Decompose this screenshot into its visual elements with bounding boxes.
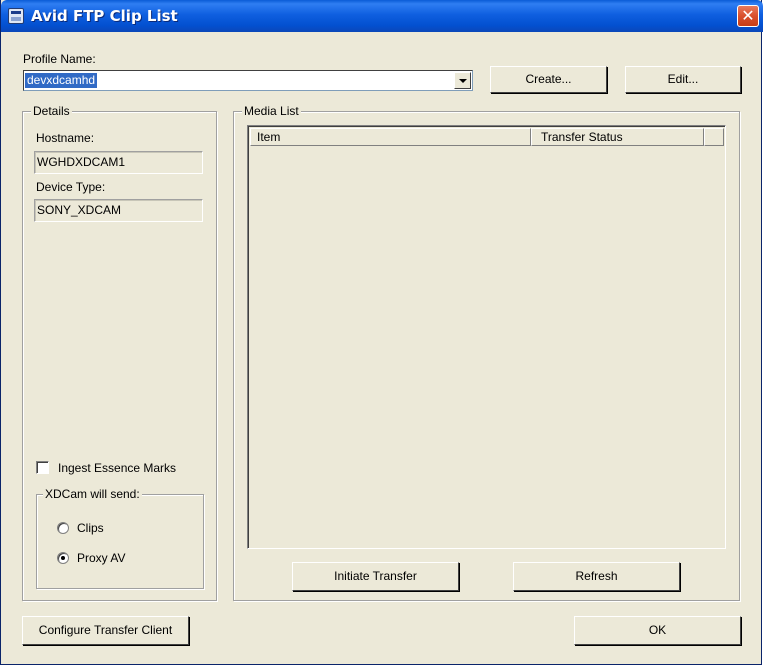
edit-button-label: Edit... — [667, 72, 699, 86]
refresh-button-label: Refresh — [575, 569, 618, 583]
refresh-button[interactable]: Refresh — [513, 562, 680, 591]
window-title: Avid FTP Clip List — [31, 7, 178, 25]
edit-button[interactable]: Edit... — [625, 66, 741, 93]
create-button[interactable]: Create... — [490, 66, 607, 93]
hostname-field: WGHDXDCAM1 — [34, 151, 203, 174]
app-window-icon — [8, 8, 24, 24]
proxy-av-radio-label: Proxy AV — [77, 551, 126, 565]
details-group-title: Details — [31, 104, 72, 118]
create-button-label: Create... — [525, 72, 572, 86]
profile-name-label: Profile Name: — [23, 52, 96, 66]
column-header-item-label: Item — [257, 130, 281, 144]
chevron-down-icon[interactable] — [454, 72, 471, 89]
ingest-essence-marks-checkbox[interactable] — [36, 461, 49, 474]
ok-button-label: OK — [648, 623, 667, 637]
configure-transfer-client-button[interactable]: Configure Transfer Client — [22, 616, 189, 645]
device-type-label: Device Type: — [36, 180, 106, 194]
clips-radio[interactable] — [57, 522, 69, 534]
clips-radio-label: Clips — [77, 521, 104, 535]
configure-transfer-client-button-label: Configure Transfer Client — [38, 623, 173, 637]
initiate-transfer-button-label: Initiate Transfer — [334, 569, 417, 583]
profile-name-value: devxdcamhd — [25, 73, 98, 88]
initiate-transfer-button[interactable]: Initiate Transfer — [292, 562, 459, 591]
xdcam-send-group: XDCam will send: — [36, 487, 204, 589]
ok-button[interactable]: OK — [574, 616, 741, 645]
hostname-label: Hostname: — [36, 131, 95, 145]
xdcam-send-group-title: XDCam will send: — [43, 487, 142, 501]
column-header-transfer-status-label: Transfer Status — [541, 130, 623, 144]
title-bar[interactable]: Avid FTP Clip List ✕ — [1, 0, 763, 32]
column-header-item[interactable]: Item — [250, 128, 531, 146]
device-type-field: SONY_XDCAM — [34, 199, 203, 222]
close-icon: ✕ — [741, 6, 755, 25]
dialog-window: Avid FTP Clip List ✕ Profile Name: devxd… — [0, 0, 763, 665]
close-button[interactable]: ✕ — [737, 5, 759, 27]
device-type-value: SONY_XDCAM — [37, 203, 122, 217]
column-header-transfer-status[interactable]: Transfer Status — [531, 128, 704, 146]
media-list-view[interactable]: Item Transfer Status — [247, 125, 726, 549]
ingest-essence-marks-label: Ingest Essence Marks — [58, 461, 177, 475]
column-header-filler — [704, 128, 724, 146]
hostname-value: WGHDXDCAM1 — [37, 155, 126, 169]
proxy-av-radio[interactable] — [57, 552, 69, 564]
media-list-group-title: Media List — [242, 104, 301, 118]
profile-name-dropdown[interactable]: devxdcamhd — [23, 70, 473, 91]
